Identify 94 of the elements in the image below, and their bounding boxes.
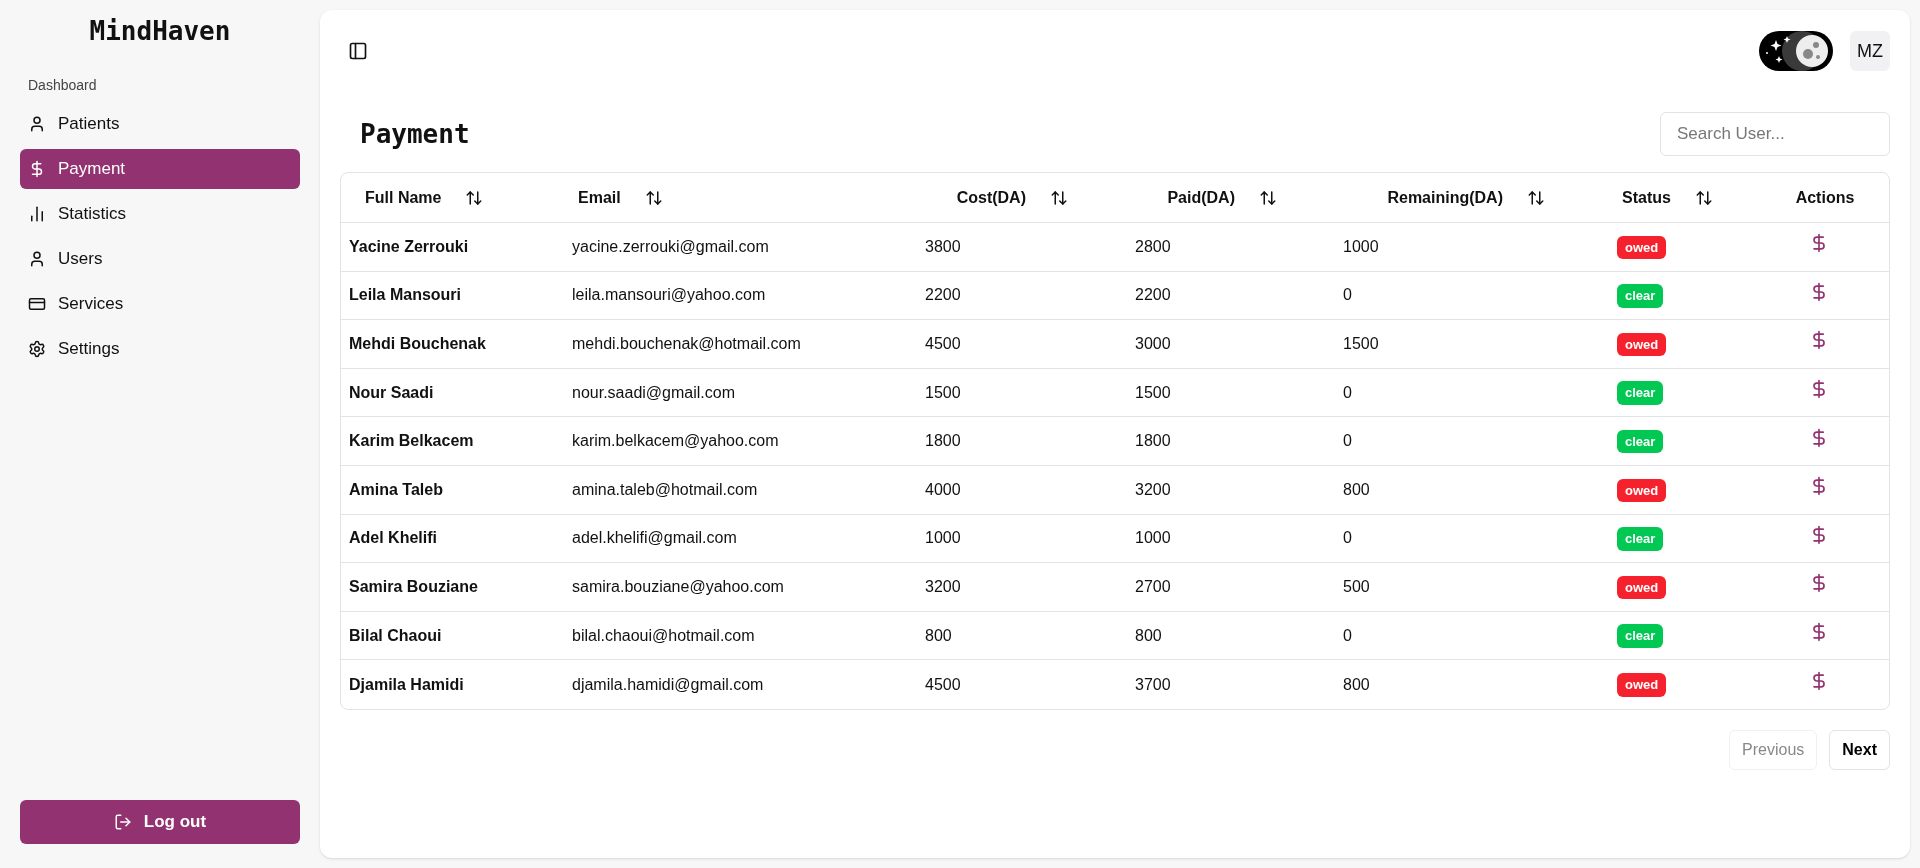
table-cell: Adel Khelifi [349,529,437,547]
table-cell: 2200 [1135,286,1171,304]
section-label: Dashboard [28,76,97,95]
user-avatar[interactable]: MZ [1850,31,1890,71]
sort-icon [644,188,663,207]
table-cell: 0 [1343,383,1352,401]
table-cell: 800 [1343,480,1370,498]
table-cell: adel.khelifi@gmail.com [572,529,737,547]
table-cell: 3800 [925,237,961,255]
sidebar-item[interactable]: Payment [20,149,300,189]
table-cell: amina.taleb@hotmail.com [572,480,758,498]
sortable-column-header[interactable]: Full Name [365,185,484,210]
sort-icon [465,188,484,207]
logout-button[interactable]: Log out [20,800,300,844]
status-badge: owed [1617,478,1667,502]
table-cell: 800 [1135,626,1162,644]
table-cell: 4500 [925,675,961,693]
table-cell: 2200 [925,286,961,304]
dark-mode-toggle-icon[interactable] [1758,30,1834,72]
table-cell: Bilal Chaoui [349,626,442,644]
sort-icon [1695,188,1713,207]
table-cell: 500 [1343,577,1370,595]
table-cell: Nour Saadi [349,383,434,401]
sortable-column-header[interactable]: Status [1622,185,1713,210]
table-cell: 800 [1343,675,1370,693]
table-cell: Samira Bouziane [349,577,478,595]
table-cell: 2700 [1135,577,1171,595]
next-button[interactable]: Next [1829,729,1890,770]
person-icon [28,115,46,133]
table-cell: 1000 [1135,529,1171,547]
sortable-column-header[interactable]: Cost(DA) [956,185,1068,210]
status-badge: owed [1617,332,1667,357]
status-badge: owed [1617,575,1667,600]
column-header: Actions [1795,187,1855,208]
table-cell: bilal.chaoui@hotmail.com [572,626,755,644]
table-cell: 1800 [925,432,961,450]
table-cell: 4000 [925,480,961,498]
table-cell: samira.bouziane@yahoo.com [572,577,784,595]
table-cell: 3200 [1135,480,1171,498]
status-badge: clear [1617,284,1664,308]
table-cell: Karim Belkacem [349,432,474,450]
status-badge: clear [1617,429,1664,454]
sidebar-item[interactable]: Users [20,239,300,279]
table-cell: yacine.zerrouki@gmail.com [572,237,769,255]
panel-icon [348,41,368,61]
search-field[interactable]: Search User... [1660,112,1890,156]
table-cell: nour.saadi@gmail.com [572,383,735,401]
sidebar-item[interactable]: Settings [20,329,300,369]
table-cell: 2800 [1135,237,1171,255]
table-cell: leila.mansouri@yahoo.com [572,286,766,304]
table-cell: Mehdi Bouchenak [349,335,486,352]
status-badge: clear [1617,527,1664,551]
table-cell: djamila.hamidi@gmail.com [572,675,764,693]
status-badge: owed [1617,673,1667,697]
table-cell: 0 [1343,626,1352,644]
table-cell: 1500 [1135,383,1171,401]
sidebar-item[interactable]: Services [20,284,300,324]
logout-icon [113,813,132,831]
status-badge: clear [1617,381,1664,405]
table-cell: karim.belkacem@yahoo.com [572,432,779,450]
settings-icon [28,340,46,358]
table-cell: Amina Taleb [349,480,443,498]
sortable-column-header[interactable]: Remaining(DA) [1387,185,1545,210]
person-icon [28,250,46,268]
bar-chart-icon [28,205,46,223]
table-cell: 3000 [1135,335,1171,352]
sort-icon [1259,188,1277,207]
sortable-column-header[interactable]: Email [578,185,663,210]
table-cell: 800 [925,626,952,644]
sidebar-item[interactable]: Statistics [20,194,300,234]
table-cell: 3700 [1135,675,1171,693]
table-cell: 1500 [1343,335,1379,352]
table-cell: Djamila Hamidi [349,675,464,693]
table-cell: 3200 [925,577,961,595]
table-cell: mehdi.bouchenak@hotmail.com [572,335,801,352]
status-badge: owed [1617,235,1667,260]
table-cell: Leila Mansouri [349,286,462,304]
table-cell: 1800 [1135,432,1171,450]
table-cell: 1000 [1343,237,1379,255]
credit-card-icon [28,295,46,313]
table-cell: 1000 [925,529,961,547]
sortable-column-header[interactable]: Paid(DA) [1167,185,1277,210]
sort-icon [1527,188,1545,207]
table-cell: 0 [1343,432,1352,450]
sidebar-item[interactable]: Patients [20,104,300,144]
page-title: Payment [360,117,470,151]
table-cell: 1500 [925,383,961,401]
table-cell: 0 [1343,529,1352,547]
table-cell: Yacine Zerrouki [349,237,469,255]
status-badge: clear [1617,624,1664,648]
sort-icon [1050,188,1068,207]
table-cell: 0 [1343,286,1352,304]
table-cell: 4500 [925,335,961,352]
app-logo: MindHaven [89,15,231,48]
